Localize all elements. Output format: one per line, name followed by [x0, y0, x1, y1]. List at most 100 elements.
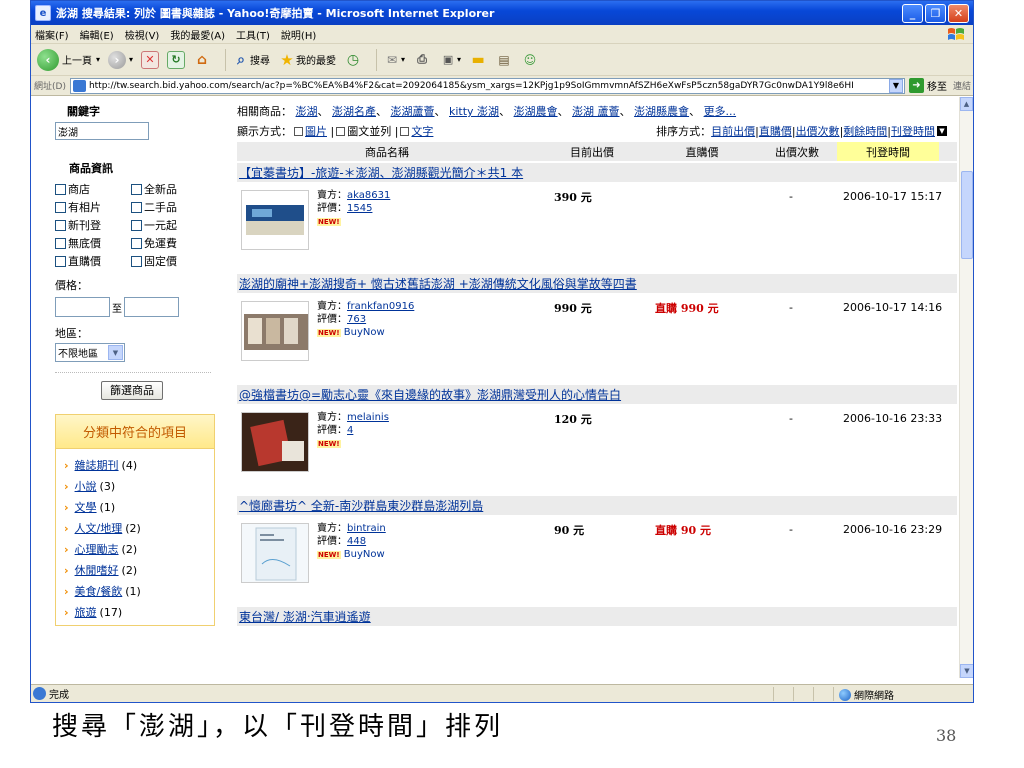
checkbox-no-reserve[interactable]: 無底價: [55, 235, 131, 251]
item-title[interactable]: ^憶廊書坊^ 全新-南沙群島東沙群島澎湖列島: [239, 497, 483, 514]
view-option-photo[interactable]: 圖片: [305, 123, 327, 139]
rating-link[interactable]: 448: [347, 536, 366, 547]
checkbox-newly-listed[interactable]: 新刊登: [55, 217, 131, 233]
item-title[interactable]: 【宜蓁書坊】-旅遊-＊澎湖、澎湖縣觀光簡介＊共1 本: [239, 164, 523, 181]
print-button[interactable]: ⎙: [413, 51, 431, 69]
item-title[interactable]: 澎湖的廟神+澎湖搜奇+ 懷古述舊話澎湖 +澎湖傳統文化風俗與掌故等四書: [239, 275, 637, 292]
back-button[interactable]: ‹ 上一頁 ▾: [37, 48, 100, 71]
rating-link[interactable]: 1545: [347, 203, 372, 214]
scroll-up-icon[interactable]: ▲: [960, 97, 973, 111]
sort-option-current[interactable]: 目前出價: [711, 123, 755, 139]
checkbox-one-dollar[interactable]: 一元起: [131, 217, 211, 233]
sort-direction-icon[interactable]: ▼: [937, 126, 947, 136]
rating-link[interactable]: 4: [347, 425, 353, 436]
checkbox-box[interactable]: [55, 255, 66, 267]
favorites-button[interactable]: ★ 我的最愛: [278, 51, 336, 69]
sort-option-listed[interactable]: 刊登時間: [891, 123, 935, 139]
checkbox-box[interactable]: [55, 219, 66, 231]
edit-button[interactable]: ▣ ▾: [439, 51, 461, 69]
price-max-input[interactable]: [124, 297, 179, 317]
minimize-button[interactable]: _: [902, 3, 923, 23]
category-link[interactable]: 旅遊: [75, 604, 97, 620]
checkbox-free-shipping[interactable]: 免運費: [131, 235, 211, 251]
checkbox-photo[interactable]: 有相片: [55, 199, 131, 215]
stop-button[interactable]: ✕: [141, 50, 160, 69]
related-link[interactable]: 澎湖縣農會: [634, 105, 689, 118]
go-button[interactable]: ➜ 移至: [908, 78, 947, 93]
maximize-button[interactable]: ❐: [925, 3, 946, 23]
item-title[interactable]: @強檔書坊@=勵志心靈《來自邊緣的故事》澎湖鼎灣受刑人的心情告白: [239, 386, 621, 403]
price-min-input[interactable]: [55, 297, 110, 317]
history-button[interactable]: ◷: [344, 51, 362, 69]
messenger-button[interactable]: ☺: [521, 51, 539, 69]
search-button[interactable]: ⌕ 搜尋: [232, 51, 270, 69]
menu-help[interactable]: 說明(H): [281, 27, 316, 42]
category-link[interactable]: 人文/地理: [75, 520, 123, 536]
menu-file[interactable]: 檔案(F): [35, 27, 69, 42]
related-link[interactable]: kitty 澎湖: [449, 105, 499, 118]
checkbox-box[interactable]: [55, 201, 66, 213]
seller-link[interactable]: frankfan0916: [347, 301, 414, 312]
sort-option-buy[interactable]: 直購價: [759, 123, 792, 139]
checkbox-used[interactable]: 二手品: [131, 199, 211, 215]
home-button[interactable]: ⌂: [193, 51, 211, 69]
category-link[interactable]: 小說: [75, 478, 97, 494]
forward-dropdown-icon[interactable]: ▾: [129, 55, 133, 64]
category-link[interactable]: 休閒嗜好: [75, 562, 119, 578]
category-link[interactable]: 文學: [75, 499, 97, 515]
sort-option-remaining[interactable]: 剩餘時間: [843, 123, 887, 139]
related-link[interactable]: 澎湖 蘆薈: [572, 105, 620, 118]
research-button[interactable]: ▤: [495, 51, 513, 69]
item-title[interactable]: 東台灣/ 澎湖‧汽車逍遙遊: [239, 608, 371, 625]
seller-link[interactable]: bintrain: [347, 523, 386, 534]
item-thumbnail[interactable]: [241, 190, 309, 250]
scroll-thumb[interactable]: [961, 171, 973, 259]
keyword-input[interactable]: [55, 122, 149, 140]
menu-favorites[interactable]: 我的最愛(A): [170, 27, 225, 42]
filter-button[interactable]: 篩選商品: [101, 381, 163, 400]
address-dropdown-icon[interactable]: ▼: [888, 78, 903, 93]
related-more-link[interactable]: 更多...: [704, 105, 737, 118]
seller-link[interactable]: melainis: [347, 412, 389, 423]
refresh-button[interactable]: ↻: [167, 50, 186, 69]
checkbox-box[interactable]: [55, 237, 66, 249]
checkbox-box[interactable]: [131, 219, 142, 231]
scroll-down-icon[interactable]: ▼: [960, 664, 973, 678]
item-thumbnail[interactable]: [241, 523, 309, 583]
item-thumbnail[interactable]: [241, 412, 309, 472]
menu-edit[interactable]: 編輯(E): [80, 27, 114, 42]
category-link[interactable]: 雜誌期刊: [75, 457, 119, 473]
related-link[interactable]: 澎湖蘆薈: [391, 105, 435, 118]
category-link[interactable]: 美食/餐飲: [75, 583, 123, 599]
sort-option-bids[interactable]: 出價次數: [796, 123, 840, 139]
checkbox-buy-now[interactable]: 直購價: [55, 253, 131, 269]
checkbox-box[interactable]: [131, 255, 142, 267]
checkbox-box[interactable]: [55, 183, 66, 195]
region-select[interactable]: 不限地區 ▼: [55, 343, 125, 362]
menu-view[interactable]: 檢視(V): [125, 27, 160, 42]
close-button[interactable]: ✕: [948, 3, 969, 23]
rating-link[interactable]: 763: [347, 314, 366, 325]
related-link[interactable]: 澎湖: [296, 105, 318, 118]
mail-button[interactable]: ✉ ▾: [383, 51, 405, 69]
related-link[interactable]: 澎湖農會: [514, 105, 558, 118]
forward-button[interactable]: › ▾: [108, 50, 133, 69]
item-thumbnail[interactable]: [241, 301, 309, 361]
seller-link[interactable]: aka8631: [347, 190, 390, 201]
category-link[interactable]: 心理勵志: [75, 541, 119, 557]
address-input[interactable]: http://tw.search.bid.yahoo.com/search/ac…: [69, 77, 905, 94]
vertical-scrollbar[interactable]: ▲ ▼: [959, 97, 973, 678]
checkbox-store[interactable]: 商店: [55, 181, 131, 197]
checkbox-box[interactable]: [131, 183, 142, 195]
checkbox-fixed-price[interactable]: 固定價: [131, 253, 211, 269]
menu-tools[interactable]: 工具(T): [236, 27, 270, 42]
view-option-text[interactable]: 文字: [411, 123, 433, 139]
folder-button[interactable]: ▬: [469, 51, 487, 69]
links-label[interactable]: 連結: [953, 79, 971, 92]
checkbox-box[interactable]: [131, 237, 142, 249]
checkbox-new[interactable]: 全新品: [131, 181, 211, 197]
back-dropdown-icon[interactable]: ▾: [96, 55, 100, 64]
checkbox-box[interactable]: [131, 201, 142, 213]
view-option-mixed[interactable]: 圖文並列: [347, 123, 391, 139]
related-link[interactable]: 澎湖名產: [332, 105, 376, 118]
